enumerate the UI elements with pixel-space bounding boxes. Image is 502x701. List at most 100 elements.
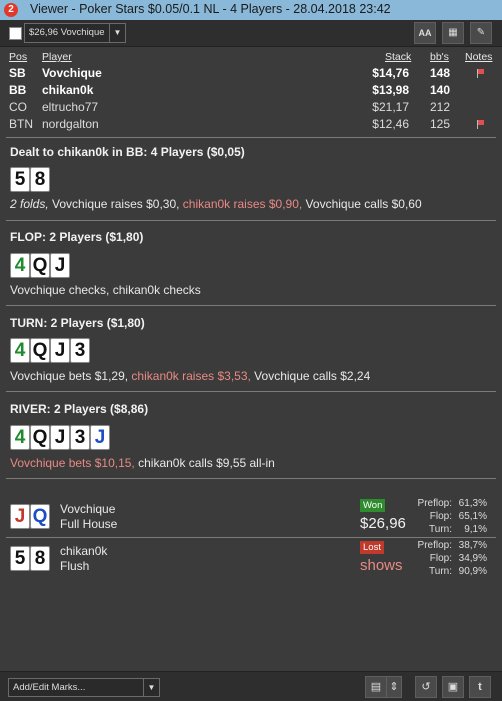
turn-action-1: Vovchique bets $1,29, <box>10 369 129 383</box>
showdown-hand: Flush <box>60 559 90 573</box>
card-spade-icon: 5 <box>10 167 30 192</box>
twitter-button[interactable]: t <box>469 676 491 698</box>
app-logo-icon: 2 <box>4 3 18 17</box>
equity-value: 61,3% <box>458 498 487 509</box>
title-bar: 2 Viewer - Poker Stars $0.05/0.1 NL - 4 … <box>0 0 502 21</box>
note-flag-icon[interactable] <box>478 120 484 125</box>
col-header-stack[interactable]: Stack <box>385 51 411 63</box>
grid-button[interactable]: ▦ <box>442 22 464 44</box>
marks-combo-value: Add/Edit Marks... <box>13 682 86 693</box>
player-stack: $14,76 <box>372 66 409 80</box>
showdown-hand: Full House <box>60 517 118 531</box>
player-pos: BTN <box>9 117 33 131</box>
preflop-actions: 2 folds, Vovchique raises $0,30, chikan0… <box>10 197 422 211</box>
preflop-action-hero: chikan0k raises $0,90, <box>179 197 303 211</box>
showdown-amount: shows <box>360 557 403 574</box>
divider <box>6 391 496 392</box>
player-stack: $21,17 <box>372 100 409 114</box>
flop-header: FLOP: 2 Players ($1,80) <box>10 230 144 244</box>
river-header: RIVER: 2 Players ($8,86) <box>10 402 149 416</box>
chevron-down-icon[interactable]: ▼ <box>109 24 125 42</box>
hero-combo[interactable]: $26,96 Vovchique ▼ <box>24 23 126 43</box>
edit-button[interactable]: ✎ <box>470 22 492 44</box>
river-action-2: chikan0k calls $9,55 all-in <box>134 456 275 470</box>
toolbar: $26,96 Vovchique ▼ AA ▦ ✎ <box>0 20 502 47</box>
card-spade-icon: Q <box>30 425 50 450</box>
card-spade-icon: 8 <box>30 167 50 192</box>
card-club-icon: 4 <box>10 253 30 278</box>
equity-value: 90,9% <box>458 566 487 577</box>
card-spade-icon: Q <box>30 338 50 363</box>
divider <box>6 137 496 138</box>
player-row[interactable]: BTN nordgalton $12,46 125 <box>0 117 502 133</box>
hero-combo-value: $26,96 Vovchique <box>29 27 105 38</box>
turn-action-3: Vovchique calls $2,24 <box>250 369 371 383</box>
player-row[interactable]: CO eltrucho77 $21,17 212 <box>0 100 502 116</box>
save-button[interactable]: ▣ <box>442 676 464 698</box>
card-spade-icon: J <box>50 338 70 363</box>
player-player: eltrucho77 <box>42 100 99 114</box>
flop-actions: Vovchique checks, chikan0k checks <box>10 283 201 297</box>
col-header-pos[interactable]: Pos <box>9 51 27 63</box>
showdown-player: chikan0k <box>60 544 108 558</box>
card-diamond-icon: J <box>90 425 110 450</box>
player-player: chikan0k <box>42 83 94 97</box>
preflop-action-1: Vovchique raises $0,30, <box>48 197 180 211</box>
card-spade-icon: Q <box>30 253 50 278</box>
player-pos: CO <box>9 100 27 114</box>
player-player: Vovchique <box>42 66 102 80</box>
equity-value: 65,1% <box>458 511 487 522</box>
player-stack: $13,98 <box>372 83 409 97</box>
chevron-down-icon[interactable]: ▼ <box>143 679 159 696</box>
showdown-amount: $26,96 <box>360 515 406 532</box>
card-spade-icon: J <box>50 425 70 450</box>
player-row[interactable]: SB Vovchique $14,76 148 <box>0 66 502 82</box>
divider <box>6 537 496 538</box>
player-player: nordgalton <box>42 117 99 131</box>
col-header-notes[interactable]: Notes <box>465 51 492 63</box>
window-title: Viewer - Poker Stars $0.05/0.1 NL - 4 Pl… <box>30 2 391 16</box>
player-bbs: 125 <box>429 117 450 131</box>
equity-value: 38,7% <box>458 540 487 551</box>
divider <box>6 305 496 306</box>
showdown-player: Vovchique <box>60 502 116 516</box>
divider <box>6 478 496 479</box>
preflop-header: Dealt to chikan0k in BB: 4 Players ($0,0… <box>10 145 245 159</box>
turn-action-hero: chikan0k raises $3,53, <box>128 369 251 383</box>
card-spade-icon: 5 <box>10 546 30 571</box>
card-diamond-icon: Q <box>30 504 50 529</box>
player-pos: BB <box>9 83 27 97</box>
hand-checkbox[interactable] <box>9 27 22 40</box>
player-row[interactable]: BB chikan0k $13,98 140 <box>0 83 502 99</box>
card-club-icon: 4 <box>10 338 30 363</box>
col-header-player[interactable]: Player <box>42 51 72 63</box>
river-action-1: Vovchique bets $10,15, <box>10 456 135 470</box>
col-header-bbs[interactable]: bb's <box>430 51 449 63</box>
bottom-bar: Add/Edit Marks... ▼ ▤ ⇕ ↺ ▣ t <box>0 671 502 701</box>
player-stack: $12,46 <box>372 117 409 131</box>
marks-combo[interactable]: Add/Edit Marks... ▼ <box>8 678 160 697</box>
turn-header: TURN: 2 Players ($1,80) <box>10 316 145 330</box>
replay-button[interactable]: ↺ <box>415 676 437 698</box>
card-club-icon: 4 <box>10 425 30 450</box>
card-heart-icon: J <box>10 504 30 529</box>
notes-list-button[interactable]: ▤ <box>365 676 387 698</box>
card-spade-icon: J <box>50 253 70 278</box>
divider <box>6 220 496 221</box>
turn-actions: Vovchique bets $1,29, chikan0k raises $3… <box>10 369 370 383</box>
card-spade-icon: 8 <box>30 546 50 571</box>
updown-icon[interactable]: ⇕ <box>386 676 402 698</box>
preflop-action-3: Vovchique calls $0,60 <box>302 197 422 211</box>
preflop-action-folds: 2 folds, <box>10 197 49 211</box>
river-actions: Vovchique bets $10,15, chikan0k calls $9… <box>10 456 275 470</box>
player-pos: SB <box>9 66 26 80</box>
card-spade-icon: 3 <box>70 425 90 450</box>
font-size-button[interactable]: AA <box>414 22 436 44</box>
equity-value: 34,9% <box>458 553 487 564</box>
player-bbs: 212 <box>429 100 450 114</box>
equity-value: 9,1% <box>464 524 487 535</box>
player-bbs: 140 <box>429 83 450 97</box>
card-spade-icon: 3 <box>70 338 90 363</box>
player-bbs: 148 <box>429 66 450 80</box>
note-flag-icon[interactable] <box>478 69 484 74</box>
